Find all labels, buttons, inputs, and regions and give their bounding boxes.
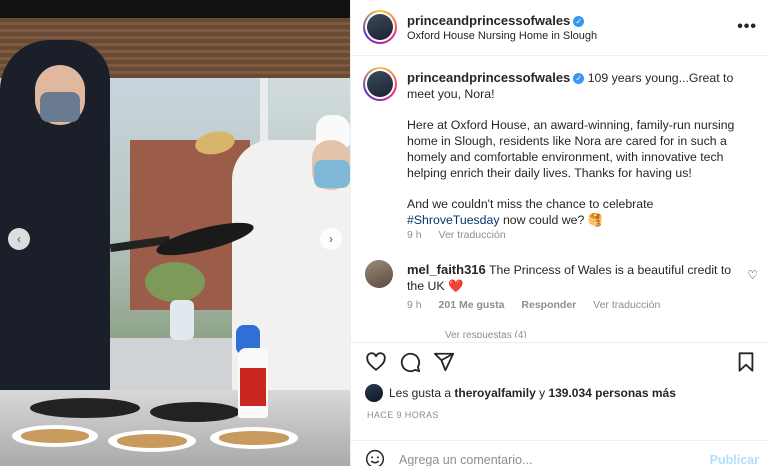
view-replies-text: Ver respuestas (4) <box>445 330 527 338</box>
carousel-prev-button[interactable]: ‹ <box>8 228 30 250</box>
comment-time: 9 h <box>407 299 422 311</box>
view-replies-button[interactable]: Ver respuestas (4) <box>445 330 605 338</box>
post-timestamp: HACE 9 HORAS <box>367 410 439 420</box>
caption-time: 9 h <box>407 229 422 241</box>
location-link[interactable]: Oxford House Nursing Home in Slough <box>407 30 597 42</box>
caption-username[interactable]: princeandprincessofwales <box>407 70 570 85</box>
plate <box>210 427 298 449</box>
comment: mel_faith316 The Princess of Wales is a … <box>407 262 737 294</box>
bookmark-icon[interactable] <box>735 351 757 373</box>
comment-translate-button[interactable]: Ver traducción <box>593 299 660 311</box>
likes-connector: y <box>539 386 546 400</box>
caption-text-3-suffix: now could we? 🥞 <box>502 213 604 227</box>
emoji-icon[interactable] <box>365 449 385 466</box>
plate <box>108 430 196 452</box>
header-username[interactable]: princeandprincessofwales <box>407 13 570 28</box>
comment-meta: 9 h 201 Me gusta Responder Ver traducció… <box>407 299 674 311</box>
avatar[interactable] <box>363 10 397 44</box>
more-horizontal-icon[interactable]: ••• <box>737 18 757 36</box>
post-header: princeandprincessofwales ✓ Oxford House N… <box>351 0 768 56</box>
pan <box>30 398 140 418</box>
likes-prefix: Les gusta a <box>389 386 452 400</box>
post-image[interactable]: ‹ › <box>0 0 350 466</box>
verified-badge-icon: ✓ <box>573 73 585 84</box>
comment-likes[interactable]: 201 Me gusta <box>439 299 505 311</box>
hashtag-link[interactable]: #ShroveTuesday <box>407 213 500 227</box>
chevron-left-icon: ‹ <box>17 232 21 246</box>
action-bar <box>351 342 768 378</box>
sauce-bottle <box>238 348 268 418</box>
likes-count[interactable]: 139.034 personas más <box>548 386 675 400</box>
share-icon[interactable] <box>433 351 455 373</box>
chevron-right-icon: › <box>329 232 333 246</box>
add-comment-bar: Agrega un comentario... Publicar <box>351 440 768 466</box>
comment-like-heart-icon[interactable]: ♡ <box>747 268 758 282</box>
caption-text-2: Here at Oxford House, an award-winning, … <box>407 118 735 180</box>
likes-summary[interactable]: Les gusta a theroyalfamily y 139.034 per… <box>389 386 676 400</box>
post-caption: princeandprincessofwales ✓ 109 years youn… <box>407 70 747 243</box>
pan <box>150 402 240 422</box>
vase <box>170 300 194 340</box>
comment-username[interactable]: mel_faith316 <box>407 262 486 277</box>
face-mask <box>40 92 80 122</box>
chef-mask <box>314 160 350 188</box>
liker-avatar[interactable] <box>365 384 383 402</box>
comment-icon[interactable] <box>399 351 421 373</box>
likes-user[interactable]: theroyalfamily <box>454 386 535 400</box>
comment-reply-button[interactable]: Responder <box>521 299 576 311</box>
caption-text-3: And we couldn't miss the chance to celeb… <box>407 197 654 211</box>
caption-avatar[interactable] <box>363 67 397 101</box>
carousel-next-button[interactable]: › <box>320 228 342 250</box>
publish-button[interactable]: Publicar <box>710 453 759 466</box>
caption-meta: 9 h Ver traducción <box>407 229 520 241</box>
caption-translate-button[interactable]: Ver traducción <box>439 229 506 241</box>
plate <box>12 425 98 447</box>
heart-emoji: ❤️ <box>448 279 464 293</box>
image-top-bar <box>0 0 350 18</box>
heart-icon[interactable] <box>365 351 387 373</box>
comment-input[interactable]: Agrega un comentario... <box>399 453 532 466</box>
commenter-avatar[interactable] <box>365 260 393 288</box>
verified-badge-icon: ✓ <box>573 16 585 27</box>
flowers <box>145 262 205 302</box>
post-sidebar: princeandprincessofwales ✓ Oxford House N… <box>350 0 768 466</box>
